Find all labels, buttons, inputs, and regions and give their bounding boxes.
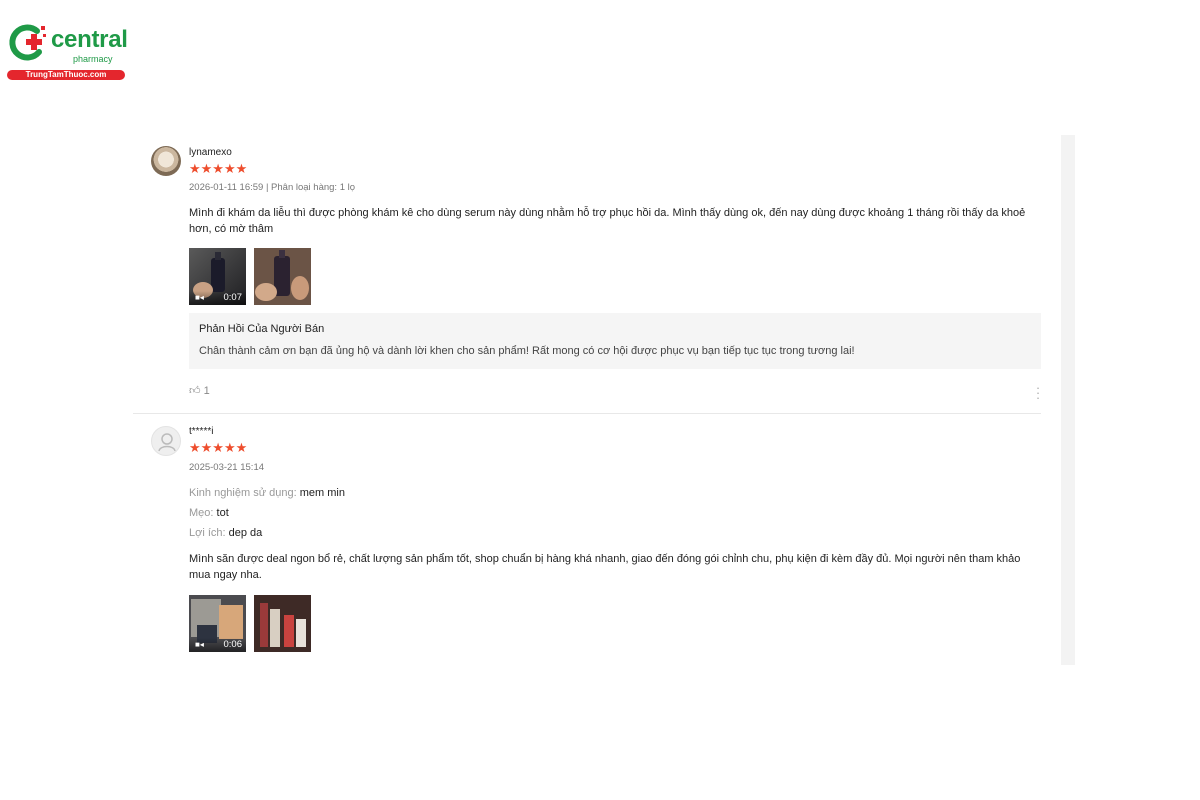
seller-reply-title: Phản Hồi Của Người Bán [199,323,325,335]
like-button[interactable]: 👍︎ 1 [189,384,210,397]
review-video-thumb[interactable]: ■◂ 0:06 [189,595,246,652]
video-overlay: ■◂ 0:06 [189,638,246,652]
review-detail-benefit: Lợi ích: dep da [189,527,263,539]
star-rating: ★★★★★ [189,440,248,455]
central-pharmacy-logo[interactable]: central pharmacy TrungTamThuoc.com [7,22,128,82]
logo-brand-sub: pharmacy [73,54,113,64]
review-text: Mình đi khám da liễu thì được phòng khám… [189,207,1026,235]
logo-domain-bar: TrungTamThuoc.com [7,70,125,80]
review-list: lynamexo ★★★★★ 2026-01-11 16:59 | Phân l… [133,135,1075,665]
review-item: t*****i ★★★★★ 2025-03-21 15:14 Kinh nghi… [133,414,1041,665]
avatar[interactable] [151,426,181,456]
logo-c-cross-icon [9,24,46,61]
default-user-icon [158,433,176,452]
more-options-icon[interactable]: · · · [1035,381,1041,404]
product-items-image [254,595,311,652]
review-username: lynamexo [189,147,232,158]
video-overlay: ■◂ 0:07 [189,291,246,305]
review-detail-tip: Mẹo: tot [189,507,229,519]
review-detail-experience: Kinh nghiệm sử dụng: mem min [189,487,345,499]
video-camera-icon: ■◂ [195,293,204,302]
review-photo-thumb[interactable] [254,595,311,652]
video-camera-icon: ■◂ [195,640,204,649]
review-username: t*****i [189,426,214,437]
review-meta: 2026-01-11 16:59 | Phân loại hàng: 1 lọ [189,182,356,193]
serum-bottle-image [254,248,311,305]
review-video-thumb[interactable]: ■◂ 0:07 [189,248,246,305]
seller-reply: Phản Hồi Của Người Bán Chân thành cảm ơn… [189,313,1041,369]
review-meta: 2025-03-21 15:14 [189,462,265,473]
logo-brand-name: central [51,26,128,53]
seller-reply-text: Chân thành cảm ơn bạn đã ủng hộ và dành … [199,345,855,357]
review-text: Mình săn được deal ngon bổ rẻ, chất lượn… [189,553,1021,581]
review-photo-thumb[interactable] [254,248,311,305]
like-count: 1 [203,385,210,397]
thumbs-up-icon: 👍︎ [189,385,201,397]
video-duration: 0:06 [223,639,243,650]
video-duration: 0:07 [223,292,243,303]
scrollbar-track[interactable] [1061,135,1075,665]
star-rating: ★★★★★ [189,161,248,176]
review-item: lynamexo ★★★★★ 2026-01-11 16:59 | Phân l… [133,135,1041,413]
avatar[interactable] [151,146,181,176]
